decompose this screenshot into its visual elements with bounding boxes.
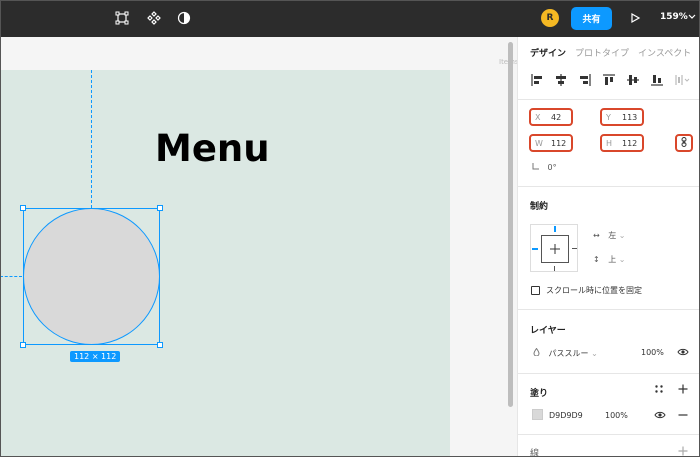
chevron-down-icon[interactable] [688,12,696,23]
vertical-arrows-icon: ↕ [593,255,600,264]
divider [518,434,700,435]
tab-inspect[interactable]: インスペクト [638,46,691,59]
divider [518,309,700,310]
constrain-proportions-button[interactable] [675,134,693,152]
fill-color-swatch[interactable] [532,409,543,420]
h-label: H [606,138,613,148]
stroke-section-title: 線 [530,449,540,459]
rotation-field[interactable]: 0° [532,162,557,172]
h-value: 112 [622,138,638,148]
blend-mode-value: パススルー [548,349,589,358]
width-field[interactable]: W 112 [529,134,573,152]
horizontal-constraint-value: 左 [608,231,617,240]
rotation-value: 0° [547,163,557,172]
chevron-down-icon: ⌄ [618,231,626,240]
w-value: 112 [551,138,567,148]
x-position-field[interactable]: X 42 [529,108,573,126]
fill-section-title: 塗り [530,389,549,399]
align-top-icon[interactable] [602,73,616,87]
tab-prototype[interactable]: プロトタイプ [575,46,629,59]
y-value: 113 [622,112,638,122]
resize-handle-top-left[interactable] [20,205,26,211]
zoom-level[interactable]: 159% [660,12,688,22]
height-field[interactable]: H 112 [600,134,644,152]
blend-drop-icon [533,347,543,358]
align-vertical-center-icon[interactable] [626,73,640,87]
chevron-down-icon: ⌄ [591,349,598,358]
play-icon[interactable] [626,9,644,27]
frame-tool-icon[interactable] [113,9,131,27]
constraint-right[interactable] [572,248,577,249]
fix-position-checkbox-row[interactable]: スクロール時に位置を固定 [531,285,642,296]
toolbar: R 共有 159% [0,0,700,37]
add-stroke-icon[interactable] [678,446,688,458]
chevron-down-icon: ⌄ [618,255,626,264]
w-label: W [535,138,543,148]
align-horizontal-center-icon[interactable] [554,73,568,87]
constraint-center[interactable] [541,235,569,263]
distribute-icon[interactable] [674,73,690,87]
contrast-theme-icon[interactable] [175,9,193,27]
divider [518,186,700,187]
layer-section-title: レイヤー [530,326,566,336]
components-icon[interactable] [145,9,163,27]
eye-icon[interactable] [654,410,666,422]
horizontal-constraint-dropdown[interactable]: ↔ 左 ⌄ [593,230,626,241]
align-right-icon[interactable] [578,73,592,87]
vertical-constraint-value: 上 [608,255,617,264]
share-button[interactable]: 共有 [571,7,612,30]
fix-position-label: スクロール時に位置を固定 [546,286,642,295]
tab-design[interactable]: デザイン [530,46,566,59]
canvas-scrollbar[interactable] [508,42,513,407]
resize-handle-bottom-left[interactable] [20,342,26,348]
fill-color-hex[interactable]: D9D9D9 [549,411,583,420]
panel-tabs: デザイン プロトタイプ インスペクト [530,46,691,59]
frame-heading-text[interactable]: Menu [155,127,270,170]
style-grid-icon[interactable] [654,384,664,396]
link-icon [680,136,688,150]
blend-mode-dropdown[interactable]: パススルー ⌄ [533,347,598,359]
resize-handle-bottom-right[interactable] [157,342,163,348]
design-panel: デザイン プロトタイプ インスペクト X 42 Y 113 W 112 H 11… [517,37,700,459]
measurement-guide-horizontal [0,276,22,277]
horizontal-arrows-icon: ↔ [593,231,600,240]
vertical-constraint-dropdown[interactable]: ↕ 上 ⌄ [593,254,626,265]
resize-handle-top-right[interactable] [157,205,163,211]
constraint-widget[interactable] [530,224,578,272]
constraints-section-title: 制約 [530,202,549,212]
add-fill-icon[interactable] [678,384,688,396]
divider [518,99,700,100]
rotation-icon [532,163,543,172]
x-value: 42 [551,112,562,122]
fill-opacity[interactable]: 100% [605,411,628,420]
y-label: Y [606,112,611,122]
eye-icon[interactable] [677,347,689,359]
size-badge: 112 × 112 [70,351,121,362]
fix-position-checkbox[interactable] [531,286,540,295]
alignment-toolbar [530,73,700,87]
divider [518,373,700,374]
align-left-icon[interactable] [530,73,544,87]
y-position-field[interactable]: Y 113 [600,108,644,126]
user-avatar[interactable]: R [541,9,559,27]
constraint-bottom[interactable] [554,266,555,271]
constraint-top-active[interactable] [554,226,556,232]
measurement-guide-vertical [91,70,92,208]
align-bottom-icon[interactable] [650,73,664,87]
x-label: X [535,112,541,122]
selection-box [23,208,160,345]
constraint-left-active[interactable] [532,248,538,250]
remove-fill-icon[interactable] [678,410,688,422]
layer-opacity-field[interactable]: 100% [641,348,664,357]
